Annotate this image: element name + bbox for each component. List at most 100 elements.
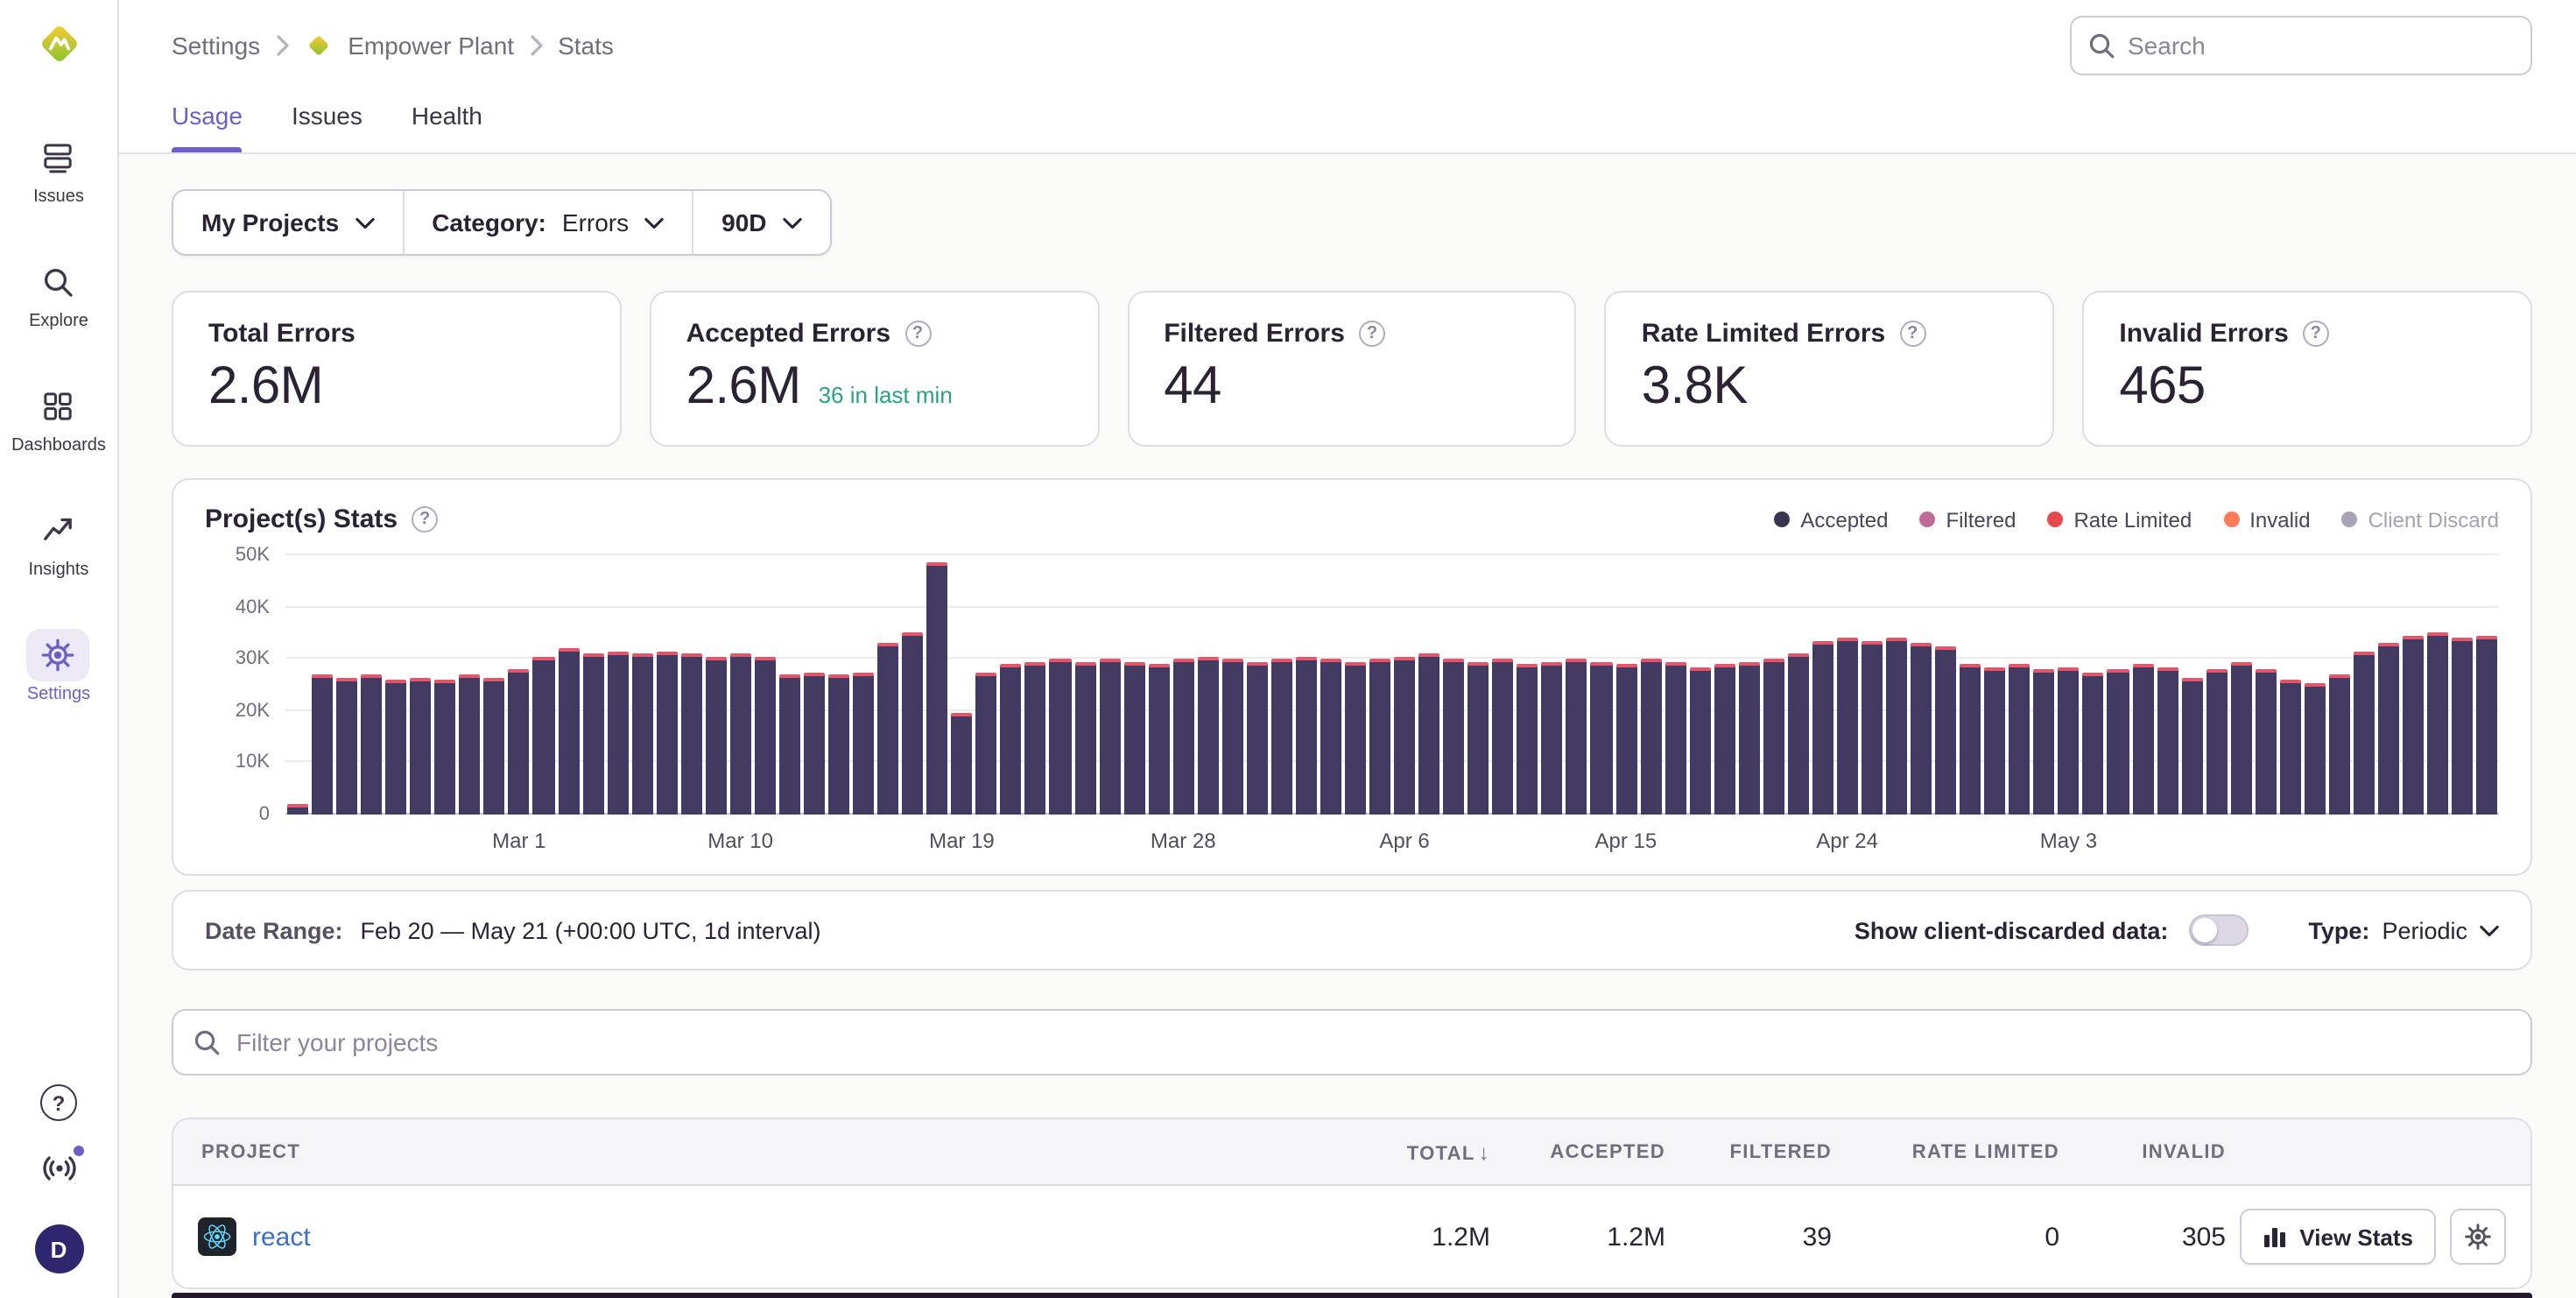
sidebar-item-explore[interactable]: Explore — [27, 256, 90, 331]
info-icon[interactable]: ? — [904, 321, 931, 347]
chart-bar — [952, 714, 973, 815]
info-icon[interactable]: ? — [1359, 321, 1385, 347]
date-period-value: 90D — [721, 208, 766, 236]
chart-bar — [2305, 682, 2326, 815]
table-header: PROJECT TOTAL↓ ACCEPTED FILTERED RATE LI… — [173, 1119, 2530, 1186]
chart-bar — [631, 654, 652, 815]
chart-bar — [1665, 661, 1686, 815]
search-input[interactable] — [2070, 16, 2532, 75]
legend-item[interactable]: Accepted — [1774, 507, 1888, 532]
legend-item[interactable]: Client Discard — [2342, 507, 2499, 532]
chart-bar — [2354, 652, 2375, 815]
chart-bar — [1148, 664, 1169, 815]
client-discard-toggle-label: Show client-discarded data: — [1855, 917, 2169, 943]
search-icon — [2087, 32, 2115, 60]
info-icon[interactable]: ? — [2303, 321, 2329, 347]
info-icon[interactable]: ? — [1899, 321, 1925, 347]
chart-title: Project(s) Stats — [205, 504, 398, 534]
card-title: Rate Limited Errors — [1642, 319, 1885, 349]
filter-bar: My Projects Category: Errors 90D — [172, 189, 832, 256]
project-link[interactable]: react — [252, 1222, 311, 1252]
info-icon[interactable]: ? — [412, 506, 438, 533]
table-row: react 1.2M 1.2M 39 0 305 — [173, 1186, 2530, 1287]
type-label: Type: — [2308, 917, 2369, 943]
card-rate-limited-errors: Rate Limited Errors ? 3.8K — [1605, 291, 2055, 447]
col-filtered[interactable]: FILTERED — [1672, 1141, 1839, 1162]
project-filter-input[interactable] — [172, 1009, 2532, 1076]
chart-bar — [435, 680, 456, 815]
chart-bar — [1001, 664, 1022, 815]
col-rate-limited[interactable]: RATE LIMITED — [1839, 1141, 2066, 1162]
y-tick-label: 0 — [259, 804, 270, 825]
avatar[interactable]: D — [34, 1224, 83, 1273]
chart-bar — [460, 674, 481, 815]
help-glyph: ? — [53, 1090, 66, 1115]
legend-label: Accepted — [1800, 507, 1888, 532]
legend-label: Rate Limited — [2073, 507, 2192, 532]
chart-bar — [828, 674, 849, 815]
sidebar-item-label: Settings — [27, 685, 90, 704]
chart-bar — [1222, 659, 1243, 815]
sentry-logo[interactable] — [32, 18, 85, 79]
tab-health[interactable]: Health — [412, 102, 482, 152]
y-tick-label: 50K — [236, 545, 270, 566]
date-range-label: Date Range: — [205, 917, 343, 943]
search-icon — [193, 1028, 221, 1056]
sort-desc-icon: ↓ — [1479, 1139, 1490, 1164]
issues-icon — [27, 131, 90, 184]
project-selector[interactable]: My Projects — [173, 191, 402, 254]
type-selector[interactable]: Type: Periodic — [2308, 917, 2499, 943]
breadcrumb-project[interactable]: Empower Plant — [348, 32, 514, 60]
toggle-knob — [2192, 918, 2217, 942]
card-title: Accepted Errors — [686, 319, 890, 349]
help-icon[interactable]: ? — [40, 1084, 77, 1121]
view-stats-button[interactable]: View Stats — [2240, 1209, 2436, 1265]
legend-item[interactable]: Invalid — [2223, 507, 2310, 532]
breadcrumb-settings[interactable]: Settings — [172, 32, 260, 60]
y-tick-label: 40K — [236, 596, 270, 617]
tab-bar: Usage Issues Health — [172, 102, 2532, 152]
project-settings-button[interactable] — [2450, 1209, 2506, 1265]
sidebar-item-dashboards[interactable]: Dashboards — [11, 380, 106, 455]
card-value: 2.6M — [208, 357, 323, 417]
category-selector[interactable]: Category: Errors — [402, 191, 692, 254]
col-total-label: TOTAL — [1407, 1143, 1475, 1164]
date-period-selector[interactable]: 90D — [692, 191, 829, 254]
chart-bar — [1566, 659, 1587, 815]
col-total[interactable]: TOTAL↓ — [1252, 1139, 1497, 1164]
col-accepted[interactable]: ACCEPTED — [1497, 1141, 1672, 1162]
cell-rate-limited: 0 — [1839, 1222, 2066, 1252]
chart-bar — [361, 674, 382, 815]
chart-bar — [1271, 659, 1292, 815]
legend-item[interactable]: Rate Limited — [2047, 507, 2192, 532]
tab-issues[interactable]: Issues — [292, 102, 362, 152]
project-selector-label: My Projects — [201, 208, 339, 236]
chart-bar — [2132, 664, 2153, 815]
chevron-down-icon — [2480, 924, 2499, 936]
col-invalid[interactable]: INVALID — [2066, 1141, 2233, 1162]
chevron-right-icon — [276, 35, 288, 56]
card-trend: 36 in last min — [819, 382, 953, 408]
client-discard-toggle[interactable] — [2189, 914, 2249, 946]
score-cards: Total Errors 2.6M Accepted Errors ? 2.6M… — [172, 291, 2532, 447]
cell-invalid: 305 — [2066, 1222, 2233, 1252]
chart-bar — [1099, 659, 1120, 815]
chart-bar — [410, 677, 431, 815]
whats-new-button[interactable] — [39, 1149, 78, 1196]
tab-usage[interactable]: Usage — [172, 102, 243, 152]
breadcrumb-stats[interactable]: Stats — [558, 32, 614, 60]
chart-bar — [1517, 664, 1538, 815]
global-search — [2070, 16, 2532, 75]
sidebar-item-issues[interactable]: Issues — [27, 131, 90, 207]
col-project[interactable]: PROJECT — [173, 1141, 1252, 1162]
legend-label: Client Discard — [2368, 507, 2499, 532]
sidebar-item-label: Issues — [33, 187, 84, 207]
chart-bar — [1074, 661, 1095, 815]
topbar: Settings Empower Plant Stats — [119, 0, 2576, 154]
gear-icon — [27, 629, 90, 681]
sidebar-item-settings[interactable]: Settings — [27, 629, 90, 704]
legend-item[interactable]: Filtered — [1919, 507, 2016, 532]
chart-bar — [1394, 656, 1415, 815]
date-range-value: Feb 20 — May 21 (+00:00 UTC, 1d interval… — [361, 917, 821, 943]
sidebar-item-insights[interactable]: Insights — [27, 504, 90, 580]
